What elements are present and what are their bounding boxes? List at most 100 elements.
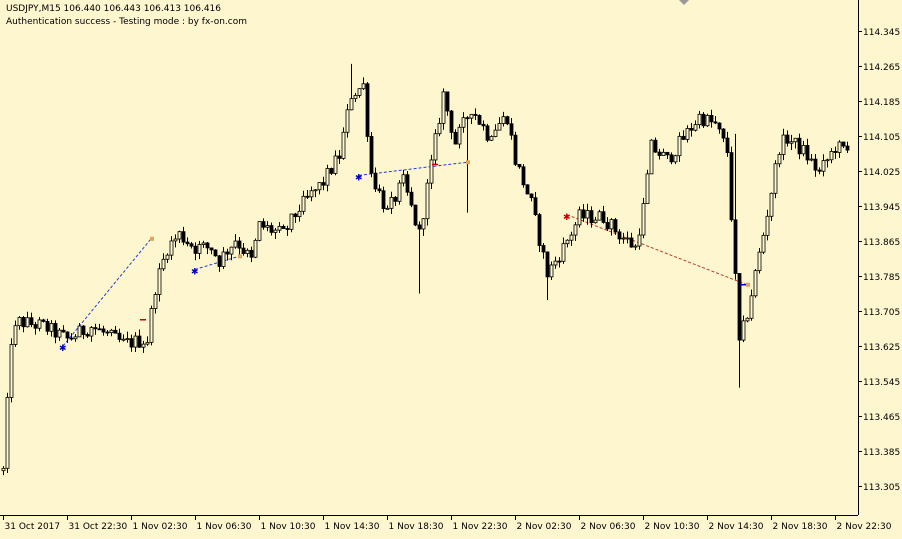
candle <box>233 234 238 249</box>
x-tick-label: 2 Nov 22:30 <box>837 522 892 532</box>
buy-entry-marker: ✱ <box>191 267 199 277</box>
candle-body <box>789 141 794 144</box>
candle <box>809 154 814 162</box>
candle <box>741 315 746 343</box>
candle <box>41 318 46 323</box>
candle-body <box>273 229 278 233</box>
candle-body <box>129 338 134 348</box>
candle <box>37 316 42 332</box>
candle-body <box>753 270 758 297</box>
candle <box>801 140 806 157</box>
candle <box>833 146 838 159</box>
y-tick-label: 113.945 <box>863 203 900 213</box>
candle-body <box>61 329 66 333</box>
candle-body <box>185 241 190 245</box>
candle <box>757 247 762 274</box>
candle <box>697 110 702 129</box>
candle-body <box>213 249 218 257</box>
candle <box>125 331 130 343</box>
candle-body <box>197 244 202 254</box>
candle <box>785 130 790 147</box>
candle <box>409 187 414 208</box>
candle-body <box>717 122 722 130</box>
candle <box>89 326 94 342</box>
candle <box>729 146 734 222</box>
candle <box>313 189 318 198</box>
candle-body <box>757 251 762 272</box>
candle <box>249 246 254 263</box>
candle <box>549 261 554 281</box>
candle-body <box>649 139 654 175</box>
candle-body <box>141 343 146 348</box>
candle-body <box>645 173 650 204</box>
candle <box>141 340 146 353</box>
candle <box>793 137 798 149</box>
candle-body <box>333 155 338 174</box>
candle <box>365 82 370 142</box>
candle-body <box>657 151 662 156</box>
x-tick-label: 1 Nov 10:30 <box>261 522 316 532</box>
candle-body <box>389 196 394 209</box>
candle-body <box>21 317 26 328</box>
candle-body <box>361 83 366 90</box>
candle-body <box>65 331 70 339</box>
candle <box>309 186 314 202</box>
candle-body <box>45 321 50 332</box>
candle <box>229 246 234 261</box>
candle-body <box>577 209 582 226</box>
candle <box>45 318 50 335</box>
candle-body <box>621 237 626 240</box>
candle-body <box>277 225 282 231</box>
candle-body <box>105 331 110 334</box>
candle <box>349 63 354 111</box>
sell-trade-line <box>566 214 748 286</box>
candle-body <box>689 128 694 131</box>
candle <box>777 152 782 168</box>
candle-body <box>373 172 378 190</box>
candle <box>561 237 566 264</box>
candle <box>33 322 38 335</box>
chart-root[interactable]: ✱ ✱ ✱ ✱ 113.305 113.385 113.465 113.545 113.625… <box>0 0 902 539</box>
candle-body <box>209 247 214 251</box>
candle <box>789 134 794 150</box>
candle-body <box>301 195 306 212</box>
candle-body <box>285 228 290 230</box>
buy-trade-line <box>194 255 240 270</box>
candle-body <box>393 196 398 202</box>
candle-body <box>741 320 746 341</box>
candle <box>73 334 78 342</box>
candle-body <box>453 131 458 145</box>
y-tick-label: 113.385 <box>863 448 900 458</box>
candle-body <box>477 115 482 125</box>
candle-body <box>593 219 598 224</box>
candle-body <box>41 319 46 322</box>
candle <box>585 203 590 225</box>
candle <box>253 238 258 259</box>
candle-body <box>461 117 466 128</box>
candle-body <box>573 224 578 236</box>
candle-body <box>325 168 330 186</box>
candle <box>257 221 262 242</box>
candle-body <box>249 249 254 258</box>
candle-body <box>245 249 250 254</box>
candle-body <box>557 260 562 263</box>
candle-body <box>101 328 106 333</box>
x-axis: 31 Oct 2017 31 Oct 22:30 1 Nov 02:30 1 Nov … <box>3 515 892 532</box>
price-chart[interactable]: ✱ ✱ ✱ ✱ 113.305 113.385 113.465 113.545 113.625… <box>0 0 902 539</box>
candle-body <box>117 332 122 340</box>
candle <box>13 320 18 347</box>
candle <box>337 149 342 164</box>
candle-body <box>485 125 490 141</box>
candle <box>373 167 378 192</box>
candle <box>645 169 650 204</box>
candle <box>385 205 390 210</box>
candle-body <box>837 141 842 153</box>
candle <box>161 253 166 271</box>
candle <box>217 254 222 272</box>
candle <box>189 242 194 249</box>
candle-body <box>345 109 350 133</box>
candle-body <box>549 264 554 278</box>
candle-body <box>505 116 510 125</box>
candle-body <box>589 210 594 224</box>
candle-body <box>133 335 138 348</box>
